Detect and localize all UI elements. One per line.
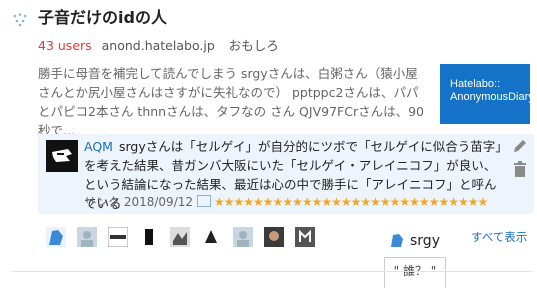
- comment-link-label[interactable]: リンク: [84, 195, 120, 209]
- star-user-avatar[interactable]: [170, 227, 191, 247]
- bookmark-entry: 子音だけのidの人 43 users anond.hatelabo.jp おもし…: [0, 0, 537, 288]
- entry-thumbnail[interactable]: Hatelabo:: AnonymousDiary: [440, 64, 534, 124]
- star-user-avatar[interactable]: [139, 227, 160, 247]
- add-star-icon[interactable]: [197, 195, 212, 207]
- commenter-avatar[interactable]: [46, 140, 78, 172]
- entry-meta: 43 users anond.hatelabo.jp おもしろ: [38, 37, 279, 55]
- favorite-bullet-icon: [13, 13, 27, 27]
- entry-category[interactable]: おもしろ: [229, 38, 279, 53]
- user-tooltip: srgy " 誰？ ": [384, 229, 446, 288]
- star-user-avatar[interactable]: [46, 227, 66, 247]
- star-user-avatar[interactable]: [201, 227, 222, 247]
- star-user-avatar[interactable]: [263, 227, 284, 247]
- edit-pencil-icon[interactable]: [512, 138, 528, 154]
- star-user-avatar[interactable]: [232, 227, 253, 247]
- divider: [12, 271, 532, 272]
- tooltip-quote: " 誰？ ": [384, 257, 446, 288]
- show-all-link[interactable]: すべて表示: [471, 229, 527, 245]
- comment-stars[interactable]: ★★★★★★★★★★★★★★★★★★★★★★★★★★★★: [214, 195, 488, 209]
- tooltip-username[interactable]: srgy: [410, 232, 440, 250]
- star-users-list: [46, 227, 321, 247]
- user-comment: AQM srgyさんは「セルゲイ」が自分的にツボで「セルゲイに似合う苗字」を考えた…: [38, 134, 534, 214]
- tooltip-user-icon: [391, 234, 403, 247]
- star-user-avatar[interactable]: [108, 227, 129, 247]
- entry-domain[interactable]: anond.hatelabo.jp: [102, 38, 215, 53]
- star-user-avatar[interactable]: [294, 227, 315, 247]
- entry-summary: 勝手に母音を補完して読んでしまう srgyさんは、白粥さん（猿小屋さんとか尻小屋…: [38, 66, 424, 138]
- delete-trash-icon[interactable]: [513, 161, 527, 177]
- comment-date[interactable]: 2018/09/12: [124, 195, 193, 209]
- comment-username[interactable]: AQM: [84, 139, 113, 154]
- star-user-avatar[interactable]: [77, 227, 98, 247]
- thumbnail-text: Hatelabo:: AnonymousDiary: [450, 78, 534, 103]
- entry-title[interactable]: 子音だけのidの人: [38, 7, 167, 29]
- comment-footer: リンク 2018/09/12 ★★★★★★★★★★★★★★★★★★★★★★★★★★…: [84, 194, 488, 210]
- users-count[interactable]: 43 users: [38, 38, 92, 53]
